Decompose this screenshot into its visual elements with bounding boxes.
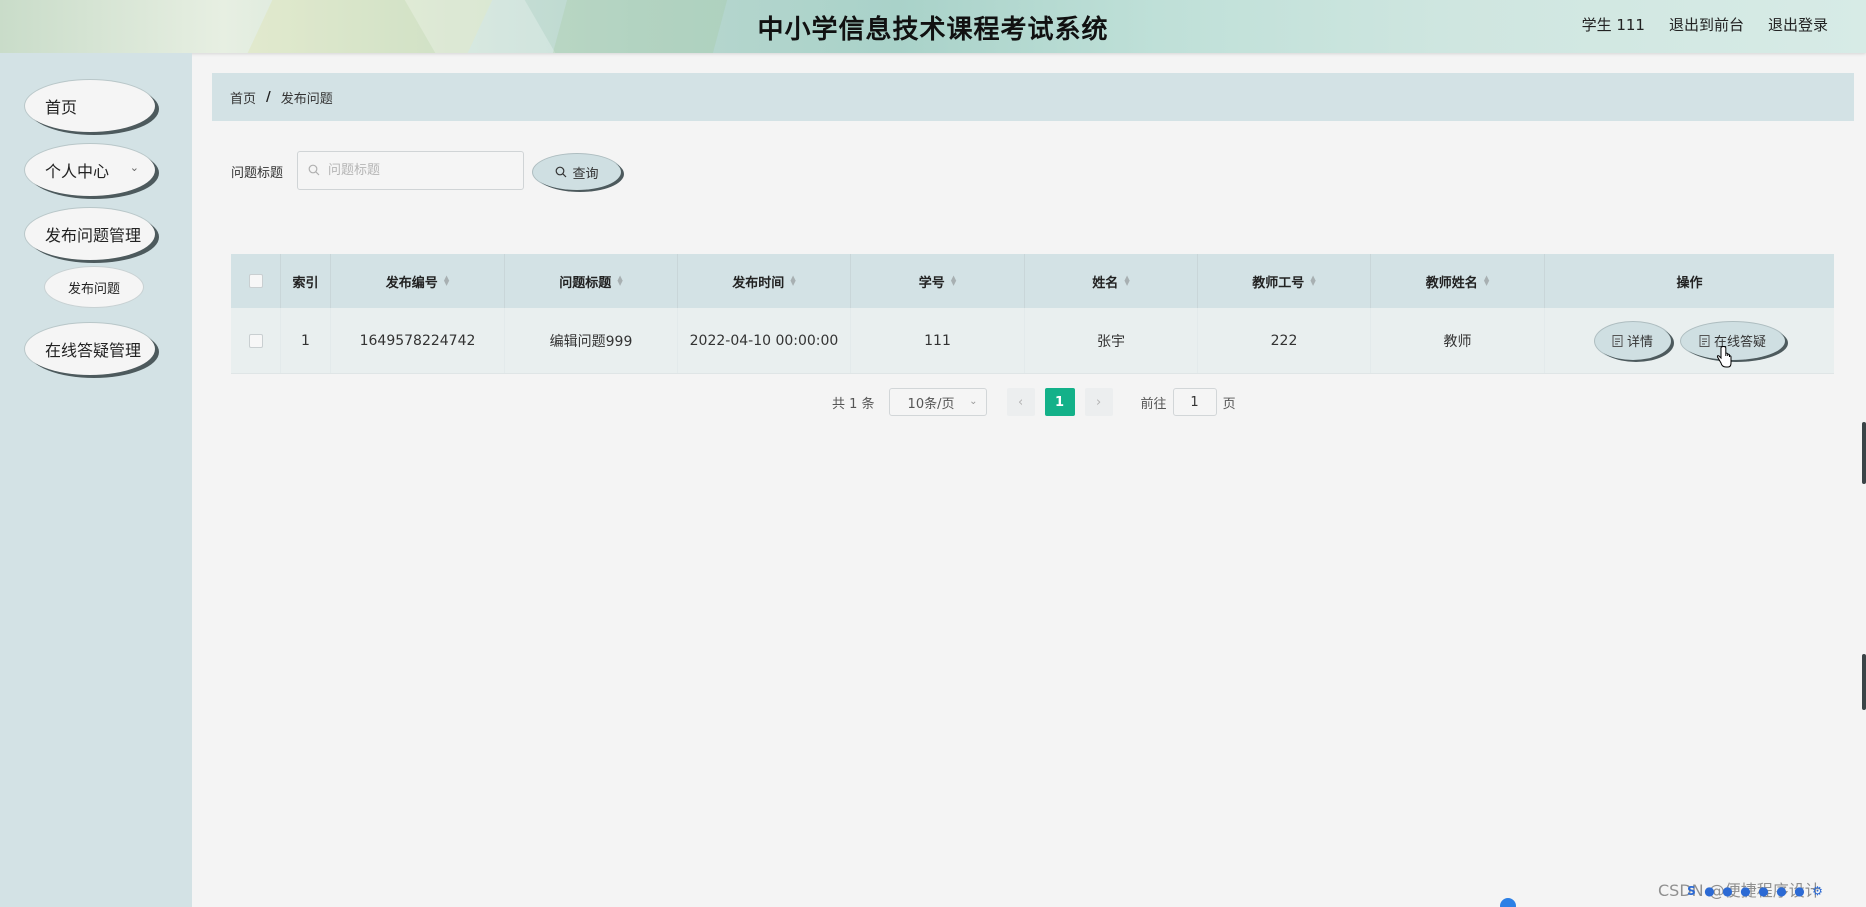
- query-button[interactable]: 查询: [533, 154, 621, 190]
- detail-button-label: 详情: [1626, 335, 1653, 350]
- document-icon: [1612, 334, 1623, 347]
- column-header-label: 操作: [1676, 275, 1703, 291]
- cell-question-title: 编辑问题999: [505, 308, 678, 373]
- table-row: 1 1649578224742 编辑问题999 2022-04-10 00:00…: [231, 308, 1834, 374]
- chevron-right-icon: ›: [1095, 394, 1102, 410]
- search-input[interactable]: [328, 152, 518, 189]
- pagination-total: 共 1 条: [832, 396, 875, 412]
- sidebar-item-label: 个人中心: [45, 162, 110, 181]
- page-size-select[interactable]: 10条/页 ⌄: [888, 388, 987, 416]
- ime-icon[interactable]: ●: [1756, 884, 1771, 899]
- column-header: 索引: [281, 254, 331, 308]
- column-header-label: 发布时间: [732, 275, 785, 291]
- ime-icon[interactable]: ●: [1738, 884, 1753, 899]
- scroll-marker: [1862, 422, 1866, 484]
- breadcrumb-current: 发布问题: [280, 91, 333, 107]
- sidebar-item-home[interactable]: 首页: [25, 80, 155, 132]
- cell-index: 1: [281, 308, 331, 373]
- column-header-label: 教师姓名: [1425, 275, 1478, 291]
- floating-blue-dot: [1500, 898, 1516, 907]
- sort-icon[interactable]: ▲ ▼: [790, 275, 795, 287]
- sidebar-item-personal-center[interactable]: 个人中心 ⌄: [25, 144, 155, 196]
- breadcrumb: 首页 / 发布问题: [212, 73, 1854, 121]
- search-icon: [556, 166, 567, 178]
- ime-icon[interactable]: ●: [1774, 884, 1789, 899]
- column-header-label: 学号: [918, 275, 945, 291]
- sidebar-item-label: 首页: [45, 98, 78, 117]
- detail-button[interactable]: 详情: [1594, 321, 1671, 360]
- scroll-marker: [1862, 654, 1866, 710]
- select-all-checkbox[interactable]: [248, 274, 263, 288]
- sort-icon[interactable]: ▲ ▼: [1124, 275, 1129, 287]
- column-header-label: 发布编号: [385, 275, 438, 291]
- column-header[interactable]: 问题标题 ▲ ▼: [505, 254, 678, 308]
- goto-page-input[interactable]: [1172, 388, 1217, 416]
- ime-icon[interactable]: ●: [1792, 884, 1807, 899]
- ime-icon[interactable]: ●: [1702, 884, 1717, 899]
- cell-publish-no: 1649578224742: [331, 308, 505, 373]
- sidebar: 首页 个人中心 ⌄ 发布问题管理 发布问题 在线答疑管理: [0, 53, 192, 907]
- column-header[interactable]: 发布编号 ▲ ▼: [331, 254, 505, 308]
- sort-icon[interactable]: ▲ ▼: [1484, 275, 1489, 287]
- chevron-left-icon: ‹: [1017, 394, 1024, 410]
- breadcrumb-home[interactable]: 首页: [230, 88, 256, 107]
- cell-student-no: 111: [851, 308, 1025, 373]
- logout-link[interactable]: 退出登录: [1768, 14, 1828, 35]
- column-header[interactable]: 发布时间 ▲ ▼: [678, 254, 851, 308]
- sort-icon[interactable]: ▲ ▼: [1310, 275, 1315, 287]
- sidebar-item-question-management[interactable]: 发布问题管理: [25, 208, 155, 260]
- back-to-front-link[interactable]: 退出到前台: [1669, 14, 1744, 35]
- table-header: 索引 发布编号 ▲ ▼ 问题标题 ▲ ▼ 发布时间 ▲ ▼ 学号 ▲ ▼ 姓名 ▲ ▼ 教…: [231, 254, 1834, 308]
- chevron-down-icon: ⌄: [129, 161, 139, 174]
- ime-icon[interactable]: S: [1684, 884, 1699, 899]
- select-all-cell: [231, 254, 281, 308]
- column-header-label: 姓名: [1092, 275, 1119, 291]
- query-button-label: 查询: [572, 166, 599, 182]
- ime-toolbar: S ● ● ● ● ● ● ⚙: [1684, 884, 1825, 899]
- top-header: 中小学信息技术课程考试系统 学生 111 退出到前台 退出登录: [0, 0, 1866, 53]
- page-number-button[interactable]: 1: [1044, 388, 1075, 416]
- column-header[interactable]: 姓名 ▲ ▼: [1025, 254, 1198, 308]
- search-field[interactable]: [297, 151, 524, 190]
- column-header: 操作: [1545, 254, 1834, 308]
- page-size-value: 10条/页: [907, 396, 955, 412]
- breadcrumb-separator: /: [266, 89, 271, 105]
- cell-name: 张宇: [1025, 308, 1198, 373]
- chevron-down-icon: ⌄: [969, 396, 978, 407]
- cell-teacher-no: 222: [1198, 308, 1371, 373]
- column-header-label: 教师工号: [1252, 275, 1305, 291]
- sidebar-item-online-qa-management[interactable]: 在线答疑管理: [25, 323, 155, 375]
- column-header[interactable]: 教师工号 ▲ ▼: [1198, 254, 1371, 308]
- pagination: 共 1 条 10条/页 ⌄ ‹ 1 › 前往 页: [832, 388, 1236, 416]
- search-icon: [308, 164, 320, 176]
- column-header-label: 索引: [292, 275, 319, 291]
- sidebar-item-label: 在线答疑管理: [45, 341, 142, 360]
- sidebar-subitem-publish-question[interactable]: 发布问题: [45, 267, 143, 307]
- search-label: 问题标题: [231, 166, 284, 181]
- question-table: 索引 发布编号 ▲ ▼ 问题标题 ▲ ▼ 发布时间 ▲ ▼ 学号 ▲ ▼ 姓名 ▲ ▼ 教…: [231, 254, 1834, 374]
- sidebar-item-label: 发布问题: [67, 281, 120, 297]
- sort-icon[interactable]: ▲ ▼: [951, 275, 956, 287]
- hand-cursor-icon: [1716, 346, 1732, 368]
- prev-page-button[interactable]: ‹: [1006, 388, 1035, 416]
- ime-icon[interactable]: ●: [1720, 884, 1735, 899]
- column-header-label: 问题标题: [559, 275, 612, 291]
- page-suffix: 页: [1222, 396, 1236, 412]
- sort-icon[interactable]: ▲ ▼: [617, 275, 622, 287]
- cell-teacher-name: 教师: [1371, 308, 1545, 373]
- sidebar-item-label: 发布问题管理: [45, 226, 142, 245]
- document-icon: [1699, 334, 1710, 347]
- cell-actions: 详情 在线答疑: [1545, 308, 1834, 373]
- cell-publish-time: 2022-04-10 00:00:00: [678, 308, 851, 373]
- gear-icon[interactable]: ⚙: [1810, 884, 1825, 899]
- column-header[interactable]: 教师姓名 ▲ ▼: [1371, 254, 1545, 308]
- sort-icon[interactable]: ▲ ▼: [444, 275, 449, 287]
- column-header[interactable]: 学号 ▲ ▼: [851, 254, 1025, 308]
- header-links: 学生 111 退出到前台 退出登录: [1582, 14, 1828, 35]
- goto-label: 前往: [1140, 396, 1167, 412]
- next-page-button[interactable]: ›: [1084, 388, 1113, 416]
- row-select-cell: [231, 308, 281, 373]
- row-checkbox[interactable]: [248, 333, 263, 348]
- current-user-label: 学生 111: [1581, 16, 1645, 34]
